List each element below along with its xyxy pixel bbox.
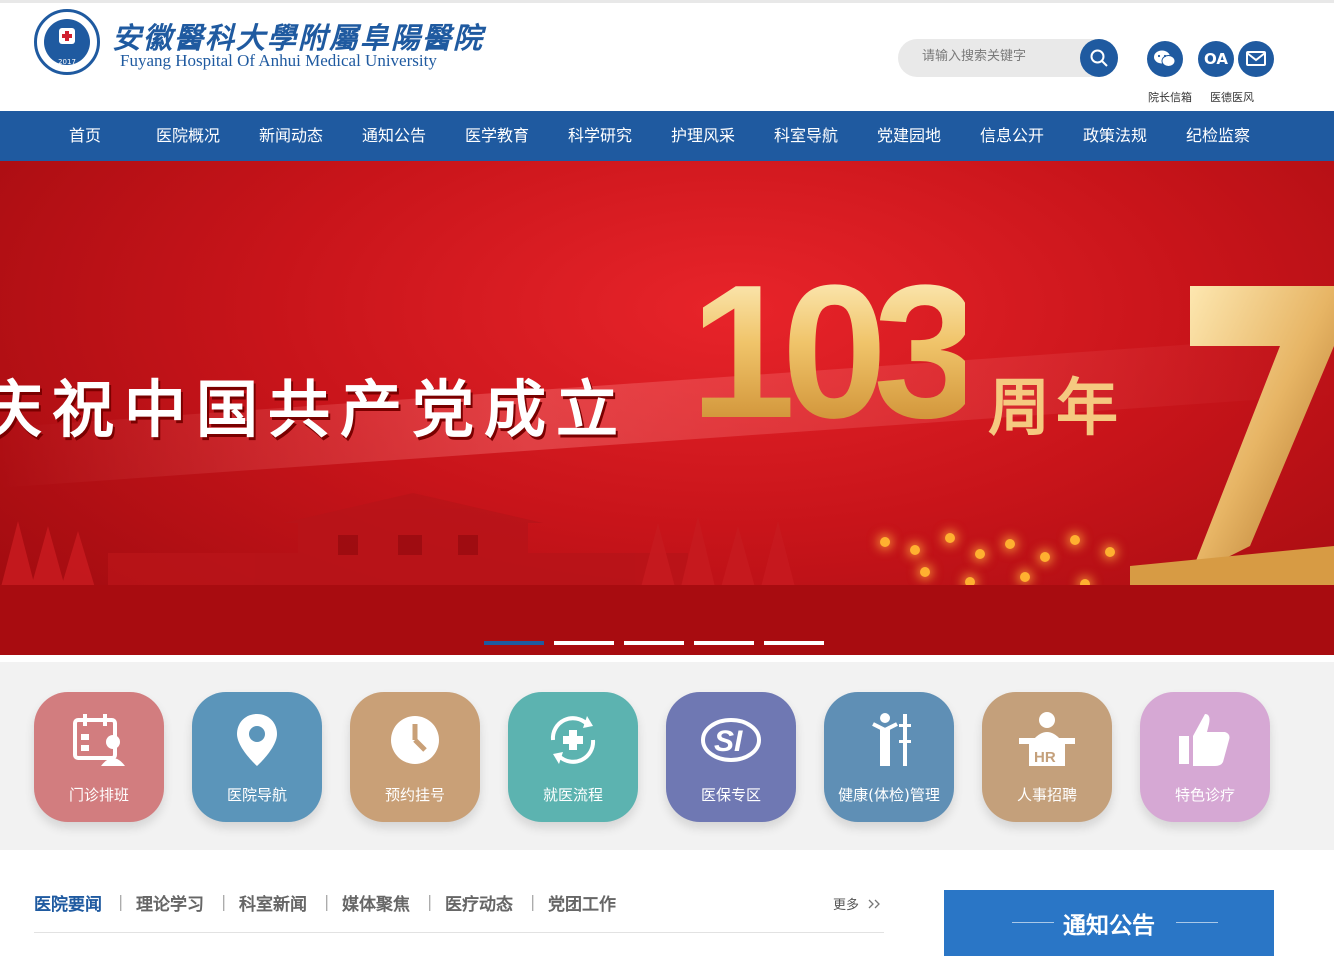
hospital-seal-logo[interactable]: 2017	[34, 9, 100, 75]
tab-medical-updates[interactable]: 医疗动态	[445, 890, 513, 915]
oa-button[interactable]: OA	[1198, 41, 1234, 77]
tab-party-work[interactable]: 党团工作	[548, 890, 616, 915]
thumbs-up-icon	[1179, 714, 1230, 766]
nav-policy[interactable]: 政策法规	[1065, 111, 1165, 161]
tab-separator: |	[530, 892, 536, 911]
nav-party[interactable]: 党建园地	[859, 111, 959, 161]
quick-appointment[interactable]: 预约挂号	[350, 692, 480, 822]
calendar-doctor-icon	[73, 714, 125, 766]
main-nav: 首页 医院概况 新闻动态 通知公告 医学教育 科学研究 护理风采 科室导航 党建…	[0, 111, 1334, 161]
svg-text:SI: SI	[714, 725, 743, 758]
location-pin-icon	[237, 714, 277, 766]
tab-separator: |	[427, 892, 433, 911]
header: 2017 安徽醫科大學附屬阜陽醫院 Fuyang Hospital Of Anh…	[0, 3, 1334, 111]
nav-education[interactable]: 医学教育	[447, 111, 547, 161]
wechat-icon	[1154, 50, 1176, 67]
nav-nursing[interactable]: 护理风采	[653, 111, 753, 161]
banner-flags	[0, 516, 796, 591]
quick-health-checkup[interactable]: 健康(体检)管理	[824, 692, 954, 822]
medical-ethics-link[interactable]: 医德医风	[1210, 89, 1254, 105]
quick-visit-process[interactable]: 就医流程	[508, 692, 638, 822]
tab-separator: |	[324, 892, 330, 911]
tab-separator: |	[221, 892, 227, 911]
hr-desk-icon: HR	[1019, 712, 1075, 766]
quick-links-bar: 门诊排班 医院导航 预约挂号 就医流程 SI 医保专区 健康(体检)管理 HR …	[0, 662, 1334, 850]
quick-specialty-care[interactable]: 特色诊疗	[1140, 692, 1270, 822]
slide-indicator-1[interactable]	[484, 641, 544, 645]
search-button[interactable]	[1080, 39, 1118, 77]
banner-anniversary-number: 103	[690, 246, 979, 458]
slide-indicator-2[interactable]	[554, 641, 614, 645]
quick-outpatient-schedule[interactable]: 门诊排班	[34, 692, 164, 822]
banner-gold-seven	[1130, 286, 1334, 596]
double-chevron-right-icon	[868, 899, 881, 909]
search-input[interactable]	[920, 48, 1074, 65]
tab-hospital-news[interactable]: 医院要闻	[34, 890, 102, 915]
nav-research[interactable]: 科学研究	[550, 111, 650, 161]
slide-indicator-3[interactable]	[624, 641, 684, 645]
wechat-button[interactable]	[1147, 41, 1183, 77]
svg-text:HR: HR	[1034, 749, 1056, 766]
nav-discipline[interactable]: 纪检监察	[1168, 111, 1268, 161]
search-box	[898, 39, 1118, 77]
tab-separator: |	[118, 892, 124, 911]
more-link[interactable]: 更多	[833, 894, 883, 913]
logo-title-en[interactable]: Fuyang Hospital Of Anhui Medical Univers…	[120, 51, 437, 71]
oa-icon: OA	[1204, 50, 1228, 68]
banner-slogan: 庆祝中国共产党成立	[0, 373, 629, 446]
slide-indicator-5[interactable]	[764, 641, 824, 645]
notice-title: 通知公告	[1063, 913, 1155, 939]
nav-news[interactable]: 新闻动态	[241, 111, 341, 161]
nav-disclosure[interactable]: 信息公开	[962, 111, 1062, 161]
slide-indicator-4[interactable]	[694, 641, 754, 645]
clock-icon	[391, 716, 439, 764]
mail-button[interactable]	[1238, 41, 1274, 77]
quick-medical-insurance[interactable]: SI 医保专区	[666, 692, 796, 822]
notice-panel-header[interactable]: 通知公告	[944, 890, 1274, 956]
nav-overview[interactable]: 医院概况	[138, 111, 238, 161]
mail-icon	[1246, 51, 1266, 66]
quick-recruitment[interactable]: HR 人事招聘	[982, 692, 1112, 822]
search-icon	[1090, 49, 1108, 67]
quick-hospital-navigation[interactable]: 医院导航	[192, 692, 322, 822]
president-mailbox-link[interactable]: 院长信箱	[1148, 89, 1192, 105]
nav-notices[interactable]: 通知公告	[344, 111, 444, 161]
tab-department-news[interactable]: 科室新闻	[239, 890, 307, 915]
nav-home[interactable]: 首页	[35, 111, 135, 161]
nav-departments[interactable]: 科室导航	[756, 111, 856, 161]
banner-anniversary-suffix: 周年	[988, 371, 1125, 444]
tab-theory-study[interactable]: 理论学习	[136, 890, 204, 915]
tab-media-focus[interactable]: 媒体聚焦	[342, 890, 410, 915]
si-logo-icon: SI	[701, 718, 761, 762]
medical-cycle-icon	[550, 716, 596, 764]
hero-banner[interactable]: 庆祝中国共产党成立 103 周年	[0, 161, 1334, 655]
person-check-icon	[872, 713, 911, 766]
tabs-underline	[34, 932, 884, 933]
